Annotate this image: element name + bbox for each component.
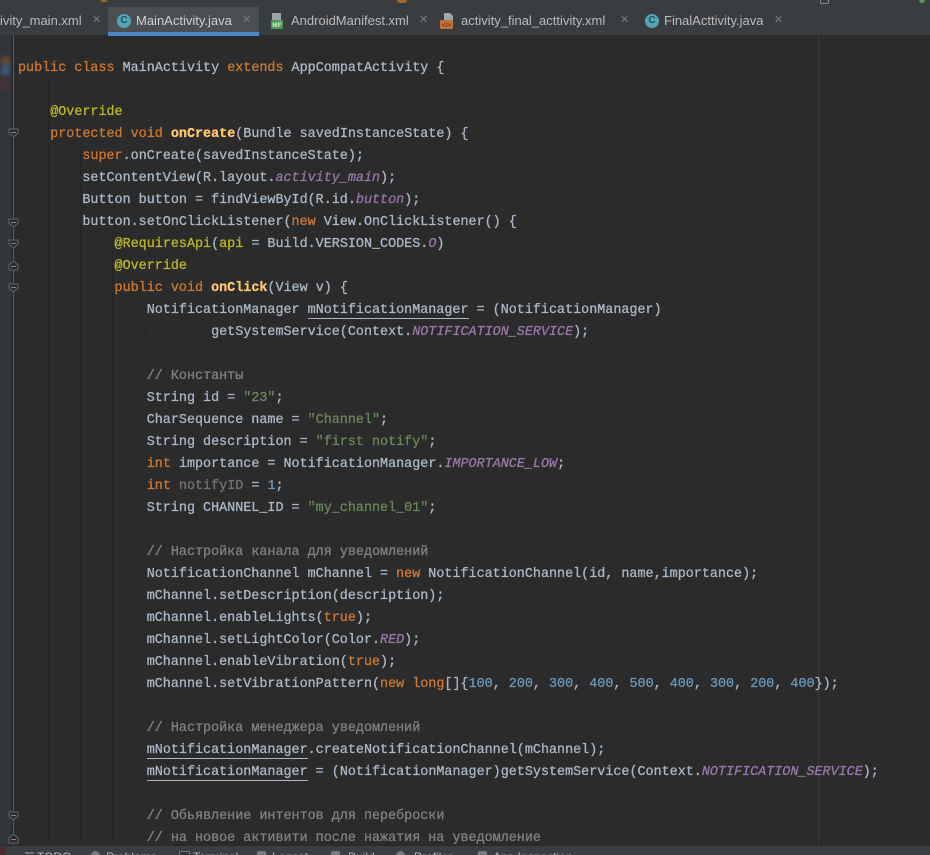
svg-text:</>: </>	[442, 22, 452, 29]
svg-text:MF: MF	[272, 22, 281, 29]
